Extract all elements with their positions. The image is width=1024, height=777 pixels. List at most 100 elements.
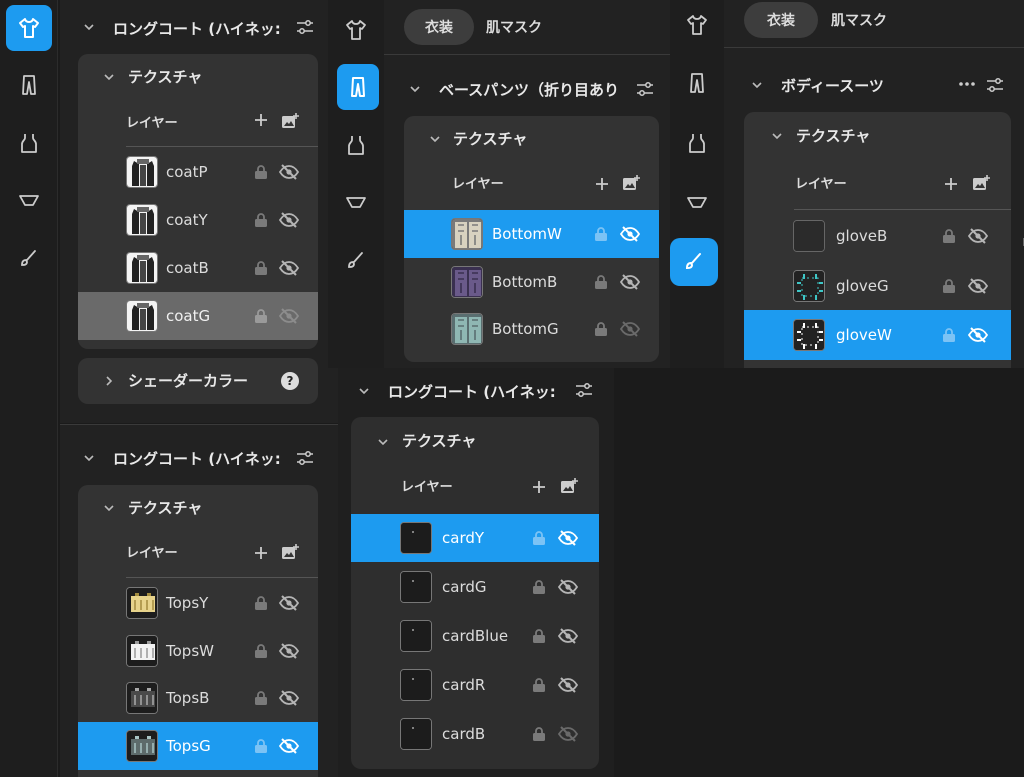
visibility-off-icon[interactable] (967, 227, 989, 245)
visibility-off-icon[interactable] (557, 627, 579, 645)
layer-row[interactable]: TopsW (78, 627, 318, 675)
lock-icon[interactable] (942, 278, 956, 294)
more-options-icon[interactable] (957, 76, 977, 92)
tab-costume[interactable]: 衣装 (744, 2, 818, 38)
underwear-tab-button[interactable] (333, 180, 379, 226)
layer-row[interactable]: BottomB (404, 258, 659, 306)
lock-icon[interactable] (532, 628, 546, 644)
layer-row[interactable]: cardB (351, 710, 599, 758)
add-layer-icon[interactable] (594, 176, 610, 192)
lock-icon[interactable] (532, 530, 546, 546)
visibility-off-icon[interactable] (967, 277, 989, 295)
lock-icon[interactable] (254, 260, 268, 276)
pants-tab-button[interactable] (6, 62, 52, 108)
settings-sliders-icon[interactable] (296, 450, 314, 466)
visibility-off-icon[interactable] (278, 737, 300, 755)
settings-sliders-icon[interactable] (636, 81, 654, 97)
brush-tab-button[interactable] (333, 238, 379, 284)
lock-icon[interactable] (532, 677, 546, 693)
lock-icon[interactable] (594, 226, 608, 242)
add-image-icon[interactable] (281, 112, 299, 130)
shader-color-card[interactable]: シェーダーカラー ? (78, 358, 318, 404)
layer-row[interactable]: gloveB (744, 211, 1011, 261)
add-layer-icon[interactable] (253, 112, 269, 128)
add-image-icon[interactable] (972, 174, 990, 192)
lock-icon[interactable] (254, 690, 268, 706)
add-image-icon[interactable] (560, 477, 578, 495)
layer-row[interactable]: cardY (351, 514, 599, 562)
tanktop-tab-button[interactable] (674, 120, 720, 166)
visibility-off-icon[interactable] (278, 259, 300, 277)
layer-row[interactable]: BottomG (404, 305, 659, 353)
lock-icon[interactable] (942, 228, 956, 244)
settings-sliders-icon[interactable] (986, 77, 1004, 93)
collapse-chevron-icon[interactable] (410, 84, 420, 94)
collapse-chevron-icon[interactable] (752, 80, 762, 90)
visibility-off-icon[interactable] (557, 529, 579, 547)
settings-sliders-icon[interactable] (296, 19, 314, 35)
underwear-tab-button[interactable] (6, 178, 52, 224)
layer-row[interactable]: coatY (78, 196, 318, 244)
pants-tab-button[interactable] (337, 64, 379, 110)
visibility-off-icon[interactable] (278, 211, 300, 229)
shirt-tab-button[interactable] (333, 7, 379, 53)
tab-costume[interactable]: 衣装 (404, 9, 474, 45)
collapse-chevron-icon[interactable] (430, 134, 440, 144)
brush-tab-button[interactable] (6, 236, 52, 282)
add-image-icon[interactable] (622, 174, 640, 192)
visibility-off-icon[interactable] (557, 676, 579, 694)
collapse-chevron-icon[interactable] (359, 386, 369, 396)
visibility-off-icon[interactable] (619, 273, 641, 291)
lock-icon[interactable] (254, 643, 268, 659)
layer-row[interactable]: gloveW (744, 310, 1011, 360)
visibility-off-icon[interactable] (557, 578, 579, 596)
visibility-off-icon[interactable] (619, 225, 641, 243)
lock-icon[interactable] (254, 738, 268, 754)
visibility-off-icon[interactable] (967, 326, 989, 344)
layer-row[interactable]: TopsY (78, 579, 318, 627)
expand-chevron-icon[interactable] (104, 376, 114, 386)
pants-tab-button[interactable] (674, 60, 720, 106)
layer-row[interactable]: cardR (351, 661, 599, 709)
layer-row[interactable]: gloveG (744, 261, 1011, 311)
lock-icon[interactable] (254, 212, 268, 228)
add-image-icon[interactable] (281, 543, 299, 561)
layer-row[interactable]: BottomW (404, 210, 659, 258)
shirt-tab-button[interactable] (6, 5, 52, 51)
add-layer-icon[interactable] (943, 176, 959, 192)
lock-icon[interactable] (254, 308, 268, 324)
lock-icon[interactable] (254, 164, 268, 180)
lock-icon[interactable] (532, 579, 546, 595)
lock-icon[interactable] (594, 274, 608, 290)
visibility-off-icon[interactable] (278, 163, 300, 181)
lock-icon[interactable] (254, 595, 268, 611)
tab-skin-mask[interactable]: 肌マスク (474, 9, 554, 45)
underwear-tab-button[interactable] (674, 180, 720, 226)
add-layer-icon[interactable] (531, 479, 547, 495)
layer-row[interactable]: coatB (78, 244, 318, 292)
settings-sliders-icon[interactable] (575, 382, 593, 398)
visibility-off-icon[interactable] (278, 689, 300, 707)
lock-icon[interactable] (942, 327, 956, 343)
lock-icon[interactable] (594, 321, 608, 337)
layer-row[interactable]: cardBlue (351, 612, 599, 660)
collapse-chevron-icon[interactable] (104, 503, 114, 513)
collapse-chevron-icon[interactable] (378, 437, 388, 447)
tanktop-tab-button[interactable] (6, 120, 52, 166)
lock-icon[interactable] (532, 726, 546, 742)
layer-row[interactable]: TopsG (78, 721, 318, 770)
brush-tab-button[interactable] (670, 238, 718, 286)
collapse-chevron-icon[interactable] (84, 453, 94, 463)
collapse-chevron-icon[interactable] (84, 22, 94, 32)
collapse-chevron-icon[interactable] (772, 131, 782, 141)
layer-row[interactable]: TopsB (78, 674, 318, 722)
layer-row[interactable]: coatG (78, 292, 318, 340)
visibility-off-icon[interactable] (278, 307, 300, 325)
visibility-off-icon[interactable] (619, 320, 641, 338)
visibility-off-icon[interactable] (278, 642, 300, 660)
layer-row[interactable]: coatP (78, 148, 318, 196)
tab-skin-mask[interactable]: 肌マスク (818, 2, 900, 38)
shirt-tab-button[interactable] (674, 2, 720, 48)
collapse-chevron-icon[interactable] (104, 72, 114, 82)
add-layer-icon[interactable] (253, 545, 269, 561)
